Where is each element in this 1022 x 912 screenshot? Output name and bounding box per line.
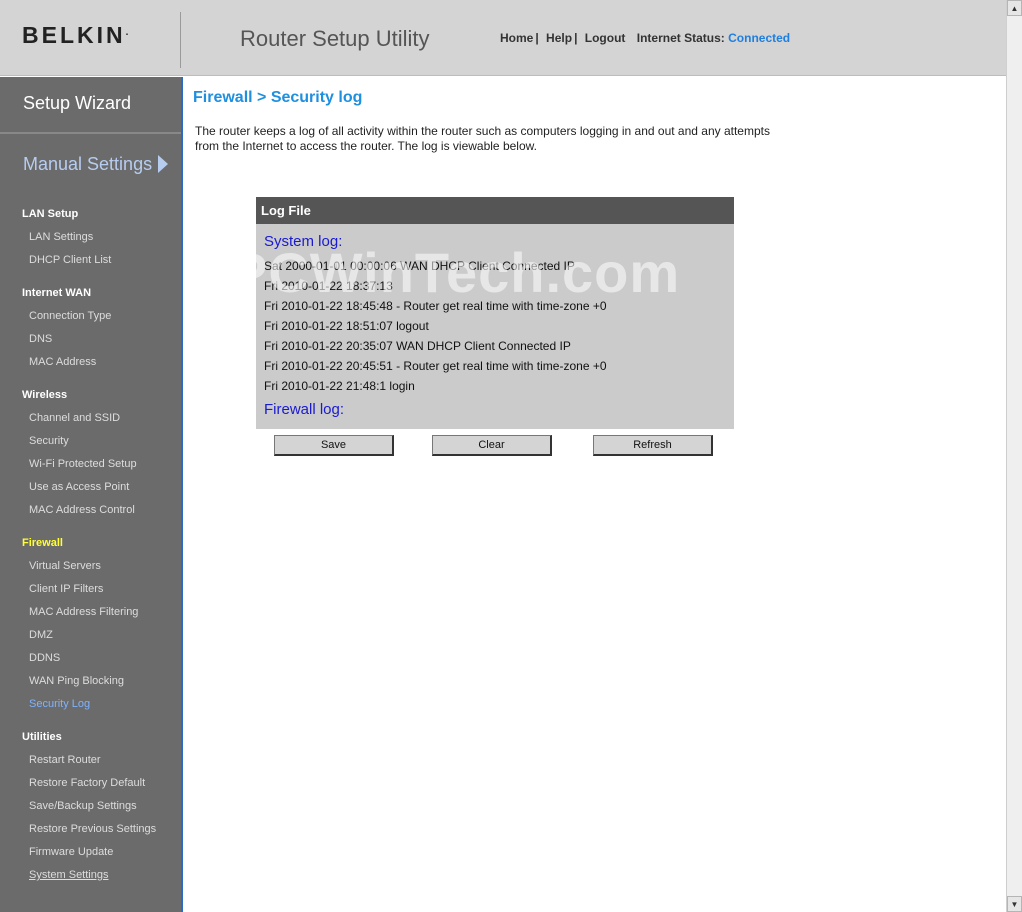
scroll-up-icon: ▲ — [1010, 3, 1019, 13]
setup-wizard-label: Setup Wizard — [23, 93, 132, 113]
vertical-scrollbar[interactable]: ▲ ▼ — [1006, 0, 1022, 912]
internet-status-value: Connected — [728, 31, 791, 45]
page-title: Firewall > Security log — [193, 89, 363, 106]
sidebar-item-wan-ping-blocking[interactable]: WAN Ping Blocking — [29, 675, 124, 687]
section-lan-setup: LAN Setup — [22, 208, 79, 220]
sidebar-item-ddns[interactable]: DDNS — [29, 652, 60, 664]
refresh-button[interactable]: Refresh — [593, 435, 713, 456]
sidebar-item-mac-address-control[interactable]: MAC Address Control — [29, 504, 135, 516]
sidebar: Setup Wizard Manual Settings LAN Setup L… — [0, 77, 183, 912]
manual-settings-link[interactable]: Manual Settings — [23, 154, 169, 175]
sidebar-item-mac-address-filtering[interactable]: MAC Address Filtering — [29, 606, 138, 618]
sidebar-item-restore-factory-default[interactable]: Restore Factory Default — [29, 777, 145, 789]
intro-text: The router keeps a log of all activity w… — [195, 124, 770, 153]
setup-wizard-link[interactable]: Setup Wizard — [0, 77, 181, 134]
sidebar-item-dhcp-client-list[interactable]: DHCP Client List — [29, 254, 111, 266]
sidebar-item-security[interactable]: Security — [29, 435, 69, 447]
nav-separator: | — [535, 31, 539, 45]
logout-link[interactable]: Logout — [585, 31, 626, 45]
section-wireless: Wireless — [22, 389, 68, 401]
manual-settings-label: Manual Settings — [23, 154, 153, 174]
sidebar-item-access-point[interactable]: Use as Access Point — [29, 481, 129, 493]
scroll-up-button[interactable]: ▲ — [1007, 0, 1022, 16]
page-header: BELKIN. Router Setup Utility Home | Help |… — [0, 0, 1006, 76]
sidebar-item-dns[interactable]: DNS — [29, 333, 52, 345]
internet-status-label: Internet Status: — [636, 31, 725, 45]
app-title: Router Setup Utility — [240, 26, 430, 51]
section-internet-wan: Internet WAN — [22, 287, 92, 299]
nav-separator: | — [574, 31, 578, 45]
sidebar-item-save-backup-settings[interactable]: Save/Backup Settings — [29, 800, 137, 812]
firewall-log-heading: Firewall log: — [264, 401, 345, 418]
help-link[interactable]: Help — [546, 31, 572, 45]
sidebar-item-system-settings[interactable]: System Settings — [29, 869, 108, 881]
top-nav: Home | Help | Logout Internet Status: Conn… — [500, 31, 790, 45]
watermark: PCWinTech.com — [230, 241, 681, 304]
sidebar-item-lan-settings[interactable]: LAN Settings — [29, 231, 93, 243]
log-line: Fri 2010-01-22 20:35:07 WAN DHCP Client … — [264, 339, 571, 353]
sidebar-item-restart-router[interactable]: Restart Router — [29, 754, 101, 766]
belkin-logo: BELKIN. — [22, 22, 129, 48]
save-button[interactable]: Save — [274, 435, 394, 456]
clear-button[interactable]: Clear — [432, 435, 552, 456]
arrow-right-icon — [158, 155, 169, 173]
sidebar-item-dmz[interactable]: DMZ — [29, 629, 53, 641]
sidebar-item-client-ip-filters[interactable]: Client IP Filters — [29, 583, 103, 595]
sidebar-item-security-log[interactable]: Security Log — [29, 698, 90, 710]
sidebar-item-restore-previous-settings[interactable]: Restore Previous Settings — [29, 823, 156, 835]
sidebar-item-channel-ssid[interactable]: Channel and SSID — [29, 412, 120, 424]
log-file-header: Log File — [256, 197, 734, 224]
log-line: Fri 2010-01-22 18:51:07 logout — [264, 319, 429, 333]
header-divider — [180, 12, 181, 68]
sidebar-item-wps[interactable]: Wi-Fi Protected Setup — [29, 458, 137, 470]
sidebar-item-firmware-update[interactable]: Firmware Update — [29, 846, 113, 858]
home-link[interactable]: Home — [500, 31, 533, 45]
sidebar-item-virtual-servers[interactable]: Virtual Servers — [29, 560, 101, 572]
sidebar-item-connection-type[interactable]: Connection Type — [29, 310, 111, 322]
section-utilities: Utilities — [22, 731, 62, 743]
log-line: Fri 2010-01-22 20:45:51 - Router get rea… — [264, 359, 607, 373]
scroll-down-icon: ▼ — [1010, 899, 1019, 909]
log-line: Fri 2010-01-22 21:48:1 login — [264, 379, 415, 393]
scroll-down-button[interactable]: ▼ — [1007, 896, 1022, 912]
section-firewall: Firewall — [22, 537, 63, 549]
sidebar-item-mac-address[interactable]: MAC Address — [29, 356, 96, 368]
